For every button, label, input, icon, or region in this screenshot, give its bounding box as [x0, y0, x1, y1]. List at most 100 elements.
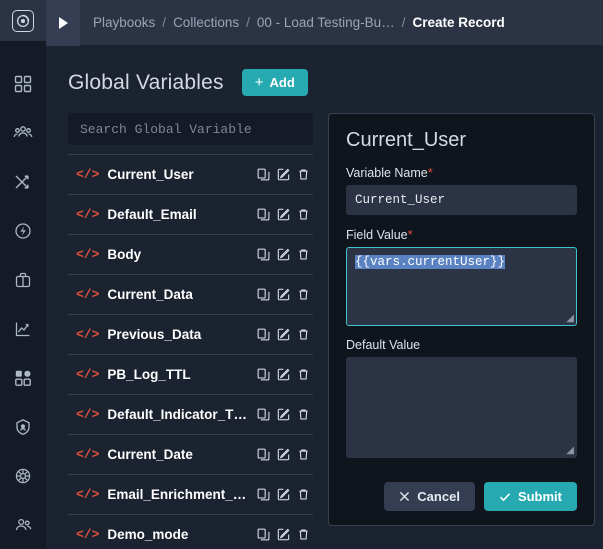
copy-icon[interactable]	[257, 488, 270, 501]
copy-icon[interactable]	[257, 288, 270, 301]
search-input[interactable]	[68, 113, 313, 145]
row-actions	[257, 288, 310, 301]
variable-name-label: Current_Date	[107, 447, 193, 462]
delete-icon[interactable]	[297, 408, 310, 421]
list-item[interactable]: </> Demo_mode	[68, 514, 313, 549]
page-title: Global Variables	[68, 70, 224, 94]
edit-icon[interactable]	[277, 448, 290, 461]
shuffle-arrows-icon	[14, 173, 32, 191]
variable-name-input[interactable]	[346, 185, 577, 215]
code-tag-icon: </>	[76, 527, 100, 542]
copy-icon[interactable]	[257, 208, 270, 221]
delete-icon[interactable]	[297, 488, 310, 501]
row-actions	[257, 528, 310, 541]
app-root: Playbooks / Collections / 00 - Load Test…	[0, 0, 603, 549]
list-item[interactable]: </> Current_User	[68, 154, 313, 194]
variable-name-label: Current_User	[107, 167, 194, 182]
default-value-textarea[interactable]	[346, 357, 577, 458]
list-item[interactable]: </> Email_Enrichment_Pla…	[68, 474, 313, 514]
copy-icon[interactable]	[257, 408, 270, 421]
list-item[interactable]: </> Default_Email	[68, 194, 313, 234]
list-item[interactable]: </> Body	[68, 234, 313, 274]
delete-icon[interactable]	[297, 208, 310, 221]
delete-icon[interactable]	[297, 368, 310, 381]
variables-list: </> Current_User </> Default_Email </> B…	[68, 154, 313, 549]
dashboard-grid-icon	[14, 75, 32, 93]
list-item[interactable]: </> Current_Date	[68, 434, 313, 474]
default-value-wrapper: ◢	[346, 357, 577, 458]
app-logo[interactable]	[0, 0, 46, 41]
copy-icon[interactable]	[257, 448, 270, 461]
code-tag-icon: </>	[76, 447, 100, 462]
breadcrumb-separator: /	[162, 15, 167, 30]
delete-icon[interactable]	[297, 328, 310, 341]
copy-icon[interactable]	[257, 248, 270, 261]
lightning-circle-icon	[14, 222, 32, 240]
edit-icon[interactable]	[277, 528, 290, 541]
topbar: Playbooks / Collections / 00 - Load Test…	[46, 0, 603, 46]
cancel-button[interactable]: Cancel	[384, 482, 475, 511]
field-value-textarea[interactable]: {{vars.currentUser}}	[346, 247, 577, 326]
copy-icon[interactable]	[257, 528, 270, 541]
add-button[interactable]: + Add	[241, 69, 308, 96]
briefcase-icon	[14, 271, 32, 289]
list-item[interactable]: </> PB_Log_TTL	[68, 354, 313, 394]
row-actions	[257, 488, 310, 501]
code-tag-icon: </>	[76, 167, 100, 182]
breadcrumb-item-collection-name[interactable]: 00 - Load Testing-Bu…	[257, 15, 395, 30]
list-item[interactable]: </> Previous_Data	[68, 314, 313, 354]
close-x-icon	[400, 491, 410, 502]
sidebar-item-shuffle[interactable]	[0, 157, 46, 206]
plus-icon: +	[254, 74, 264, 91]
cancel-button-label: Cancel	[417, 489, 460, 504]
sidebar-item-reports[interactable]	[0, 304, 46, 353]
content-area: </> Current_User </> Default_Email	[46, 96, 603, 542]
variable-name-label: Previous_Data	[107, 327, 202, 342]
breadcrumb-item-playbooks[interactable]: Playbooks	[93, 15, 155, 30]
sidebar-item-cases[interactable]	[0, 255, 46, 304]
delete-icon[interactable]	[297, 528, 310, 541]
delete-icon[interactable]	[297, 248, 310, 261]
code-tag-icon: </>	[76, 407, 100, 422]
row-actions	[257, 368, 310, 381]
row-actions	[257, 448, 310, 461]
sidebar-item-apps[interactable]	[0, 353, 46, 402]
delete-icon[interactable]	[297, 168, 310, 181]
sidebar-item-dashboard[interactable]	[0, 59, 46, 108]
sidebar-item-people[interactable]	[0, 108, 46, 157]
form-actions: Cancel Submit	[346, 482, 577, 511]
sidebar-item-web[interactable]	[0, 451, 46, 500]
edit-icon[interactable]	[277, 408, 290, 421]
variable-detail-panel: Current_User Variable Name* Field Value*…	[328, 113, 595, 526]
edit-icon[interactable]	[277, 248, 290, 261]
edit-icon[interactable]	[277, 168, 290, 181]
row-actions	[257, 168, 310, 181]
sidebar-item-automation[interactable]	[0, 206, 46, 255]
list-item[interactable]: </> Default_Indicator_TTL…	[68, 394, 313, 434]
apps-grid-icon	[14, 369, 32, 387]
sidebar-item-threat[interactable]	[0, 402, 46, 451]
play-triangle-icon	[58, 16, 68, 29]
edit-icon[interactable]	[277, 328, 290, 341]
delete-icon[interactable]	[297, 288, 310, 301]
variable-name-label: PB_Log_TTL	[107, 367, 191, 382]
row-actions	[257, 408, 310, 421]
list-item[interactable]: </> Current_Data	[68, 274, 313, 314]
required-asterisk: *	[407, 227, 413, 242]
submit-button[interactable]: Submit	[483, 482, 577, 511]
edit-icon[interactable]	[277, 288, 290, 301]
row-actions	[257, 328, 310, 341]
variable-name-label: Default_Indicator_TTL…	[107, 407, 249, 422]
sidebar-item-users[interactable]	[0, 500, 46, 549]
breadcrumb-item-collections[interactable]: Collections	[173, 15, 239, 30]
sidebar-toggle-button[interactable]	[46, 0, 80, 46]
edit-icon[interactable]	[277, 368, 290, 381]
code-tag-icon: </>	[76, 487, 100, 502]
edit-icon[interactable]	[277, 208, 290, 221]
edit-icon[interactable]	[277, 488, 290, 501]
copy-icon[interactable]	[257, 368, 270, 381]
copy-icon[interactable]	[257, 328, 270, 341]
code-tag-icon: </>	[76, 367, 100, 382]
copy-icon[interactable]	[257, 168, 270, 181]
delete-icon[interactable]	[297, 448, 310, 461]
